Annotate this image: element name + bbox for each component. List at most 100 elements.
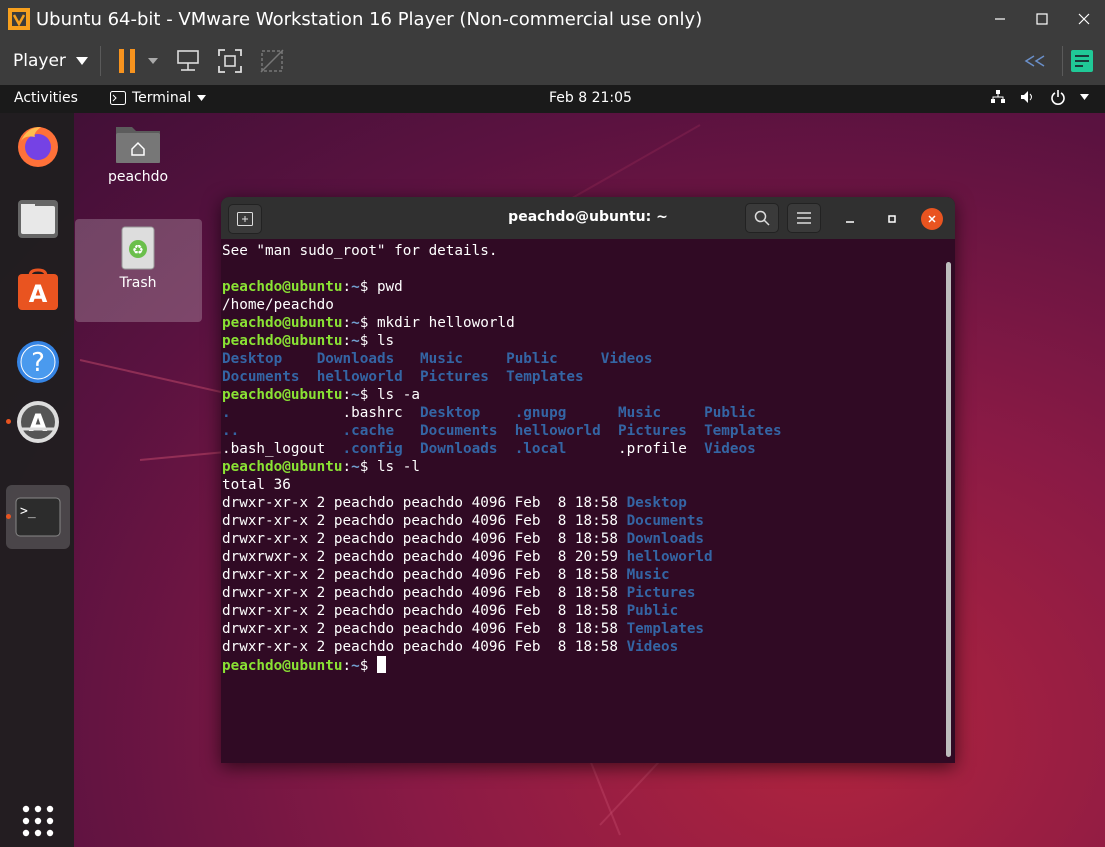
terminal-close-button[interactable] xyxy=(921,208,943,230)
activities-button[interactable]: Activities xyxy=(14,90,78,106)
dock-firefox[interactable] xyxy=(14,122,62,170)
terminal-minimize-button[interactable] xyxy=(839,208,861,230)
vmware-logo-icon xyxy=(8,8,30,30)
directory-entry: .local xyxy=(514,441,567,457)
prompt-path: ~ xyxy=(351,658,360,674)
file-meta: 2 peachdo peachdo 4096 Feb 8 20:59 xyxy=(308,549,627,565)
dock-help[interactable]: ? xyxy=(14,338,62,386)
directory-entry: helloworld xyxy=(316,369,403,385)
collapse-toolbar-button[interactable] xyxy=(1020,46,1050,76)
ls-l-row: drwxr-xr-x 2 peachdo peachdo 4096 Feb 8 … xyxy=(222,530,942,548)
file-meta: 2 peachdo peachdo 4096 Feb 8 18:58 xyxy=(308,513,627,529)
ls-row: Documents helloworld Pictures Templates xyxy=(222,368,942,386)
updater-icon: A xyxy=(17,401,59,443)
fullscreen-button[interactable] xyxy=(215,46,245,76)
dock-terminal[interactable]: >_ xyxy=(14,493,62,541)
ls-a-row: .. .cache Documents helloworld Pictures … xyxy=(222,422,942,440)
command-text: mkdir helloworld xyxy=(368,315,515,331)
dock-software[interactable]: A xyxy=(14,266,62,314)
directory-entry: helloworld xyxy=(514,423,601,439)
vmware-toolbar: Player xyxy=(0,38,1105,84)
player-menu-label: Player xyxy=(13,51,66,71)
close-button[interactable] xyxy=(1063,0,1105,38)
ls-l-row: drwxr-xr-x 2 peachdo peachdo 4096 Feb 8 … xyxy=(222,566,942,584)
power-dropdown[interactable] xyxy=(145,46,161,76)
send-ctrl-alt-del-button[interactable] xyxy=(173,46,203,76)
file-meta: 2 peachdo peachdo 4096 Feb 8 18:58 xyxy=(308,621,627,637)
search-button[interactable] xyxy=(745,203,779,233)
prompt-colon: : xyxy=(342,658,352,674)
prompt-colon: : xyxy=(342,333,352,349)
directory-entry: .bash_logout xyxy=(222,441,326,457)
permissions: drwxr-xr-x xyxy=(222,639,309,655)
ls-l-row: drwxr-xr-x 2 peachdo peachdo 4096 Feb 8 … xyxy=(222,620,942,638)
prompt-colon: : xyxy=(342,315,352,331)
close-icon xyxy=(928,215,936,223)
directory-entry: Templates xyxy=(626,621,705,637)
terminal-output[interactable]: See "man sudo_root" for details. peachdo… xyxy=(222,242,942,675)
message-log-button[interactable] xyxy=(1067,46,1097,76)
system-tray[interactable] xyxy=(990,89,1089,105)
directory-entry: Downloads xyxy=(626,531,705,547)
directory-entry: Pictures xyxy=(419,369,489,385)
directory-entry: Music xyxy=(618,405,662,421)
permissions: drwxr-xr-x xyxy=(222,567,309,583)
permissions: drwxr-xr-x xyxy=(222,513,309,529)
maximize-icon xyxy=(1036,13,1048,25)
permissions: drwxr-xr-x xyxy=(222,621,309,637)
maximize-icon xyxy=(888,215,896,223)
firefox-icon xyxy=(18,127,58,167)
home-folder-icon xyxy=(116,127,160,163)
permissions: drwxr-xr-x xyxy=(222,495,309,511)
dock-files[interactable] xyxy=(14,194,62,242)
power-icon xyxy=(1051,90,1065,105)
terminal-icon: >_ xyxy=(15,497,61,537)
ls-l-row: drwxr-xr-x 2 peachdo peachdo 4096 Feb 8 … xyxy=(222,602,942,620)
desktop-home-folder[interactable]: peachdo xyxy=(88,121,188,185)
trash-icon: ♻ xyxy=(121,226,155,270)
desktop-trash[interactable]: ♻ Trash xyxy=(88,225,188,291)
directory-entry: Downloads xyxy=(420,441,498,457)
minimize-icon xyxy=(995,18,1005,20)
prompt-user: peachdo@ubuntu xyxy=(222,459,343,475)
guest-screen: Activities Terminal Feb 8 21:05 A ? A >_… xyxy=(0,85,1105,847)
terminal-window[interactable]: peachdo@ubuntu: ~ See "man sudo_root" fo… xyxy=(221,197,955,763)
maximize-button[interactable] xyxy=(1021,0,1063,38)
svg-text:>_: >_ xyxy=(20,504,36,519)
directory-entry: helloworld xyxy=(626,549,713,565)
terminal-headerbar[interactable]: peachdo@ubuntu: ~ xyxy=(221,197,955,239)
pause-button[interactable] xyxy=(113,46,143,76)
terminal-maximize-button[interactable] xyxy=(881,208,903,230)
player-menu[interactable]: Player xyxy=(13,51,88,71)
directory-entry: Desktop xyxy=(420,405,481,421)
unity-mode-button[interactable] xyxy=(257,46,287,76)
output-line: total 36 xyxy=(222,476,942,494)
file-meta: 2 peachdo peachdo 4096 Feb 8 18:58 xyxy=(308,567,627,583)
ls-a-row: . .bashrc Desktop .gnupg Music Public xyxy=(222,404,942,422)
clock[interactable]: Feb 8 21:05 xyxy=(549,90,632,106)
svg-text:A: A xyxy=(29,280,48,308)
terminal-scrollbar[interactable] xyxy=(946,262,951,757)
files-icon xyxy=(18,200,58,238)
dock-show-apps[interactable] xyxy=(14,797,62,845)
hamburger-menu-button[interactable] xyxy=(787,203,821,233)
app-menu[interactable]: Terminal xyxy=(110,90,207,106)
output-line: /home/peachdo xyxy=(222,296,942,314)
directory-entry: Documents xyxy=(626,513,705,529)
svg-text:♻: ♻ xyxy=(132,243,144,258)
directory-entry: Pictures xyxy=(626,585,696,601)
prompt-line: peachdo@ubuntu:~$ xyxy=(222,656,942,675)
minimize-button[interactable] xyxy=(979,0,1021,38)
prompt-line: peachdo@ubuntu:~$ pwd xyxy=(222,278,942,296)
dock-updater[interactable]: A xyxy=(14,398,62,446)
toolbar-divider xyxy=(99,46,101,76)
directory-entry: .gnupg xyxy=(514,405,567,421)
